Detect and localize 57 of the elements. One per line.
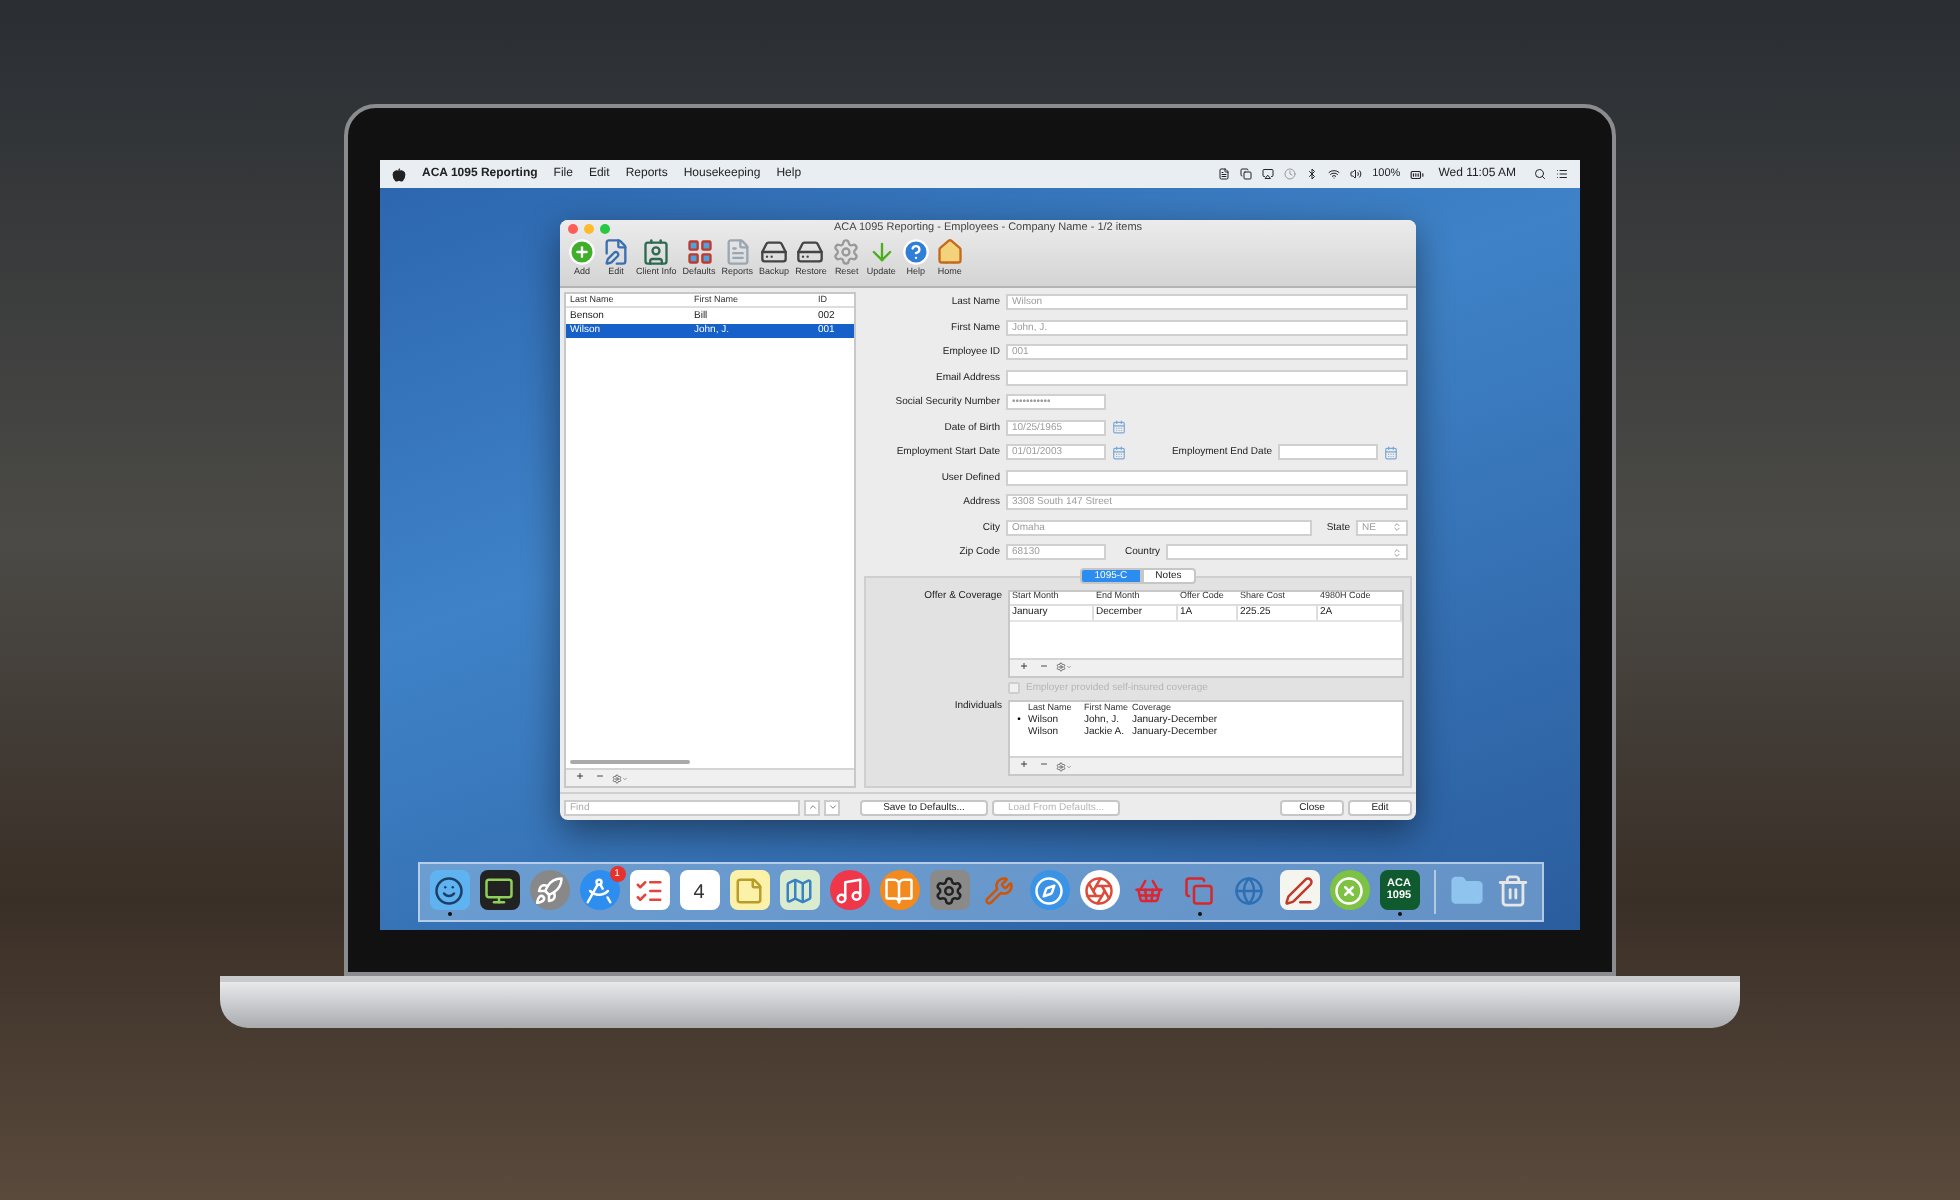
x-circle-icon[interactable] (1329, 870, 1369, 910)
calendar-icon[interactable] (1112, 420, 1126, 435)
rocket-icon[interactable] (529, 870, 569, 910)
overlapping-squares-icon[interactable] (1240, 168, 1253, 180)
plus-circle-icon (568, 238, 596, 266)
map-icon[interactable] (779, 870, 819, 910)
gear-icon (1056, 662, 1066, 672)
up-chevron-icon (807, 802, 817, 812)
grid-icon (685, 238, 714, 266)
music-note-icon[interactable] (829, 870, 869, 910)
house-icon (935, 238, 964, 266)
calendar-icon[interactable] (1112, 445, 1126, 460)
input-field[interactable] (1278, 444, 1378, 461)
gear-icon (612, 773, 622, 783)
help-icon (901, 238, 930, 266)
calendar-icon[interactable] (1384, 445, 1398, 460)
battery-icon[interactable] (1410, 167, 1425, 181)
note-icon[interactable] (729, 870, 769, 910)
previous-button[interactable] (804, 799, 820, 815)
updown-caret-icon (1392, 547, 1402, 558)
down-chevron-icon (827, 802, 837, 812)
document-icon (723, 238, 752, 266)
clock-icon[interactable] (1284, 168, 1297, 180)
input-field[interactable] (1006, 369, 1408, 386)
face-icon[interactable] (429, 870, 469, 910)
person-card-icon (642, 238, 671, 266)
zoom-window-icon[interactable] (600, 224, 610, 234)
drive-icon (760, 238, 789, 266)
updown-caret-icon (1392, 522, 1402, 533)
display-icon[interactable] (1262, 168, 1275, 180)
aperture-icon[interactable] (1079, 870, 1119, 910)
pencil-document-icon (602, 238, 630, 266)
list-icon[interactable] (1556, 168, 1568, 180)
pen-icon[interactable] (1279, 870, 1319, 910)
drive-icon (796, 238, 825, 266)
search-icon[interactable] (1534, 168, 1546, 180)
close-window-icon[interactable] (568, 224, 578, 234)
select-field[interactable] (1166, 544, 1408, 561)
checklist-icon[interactable] (629, 870, 669, 910)
next-button[interactable] (824, 799, 840, 815)
apple-icon[interactable] (392, 167, 406, 181)
input-field[interactable] (1006, 469, 1408, 486)
book-icon[interactable] (879, 870, 919, 910)
bluetooth-icon[interactable] (1306, 168, 1319, 180)
drafting-compass-icon[interactable] (579, 870, 619, 910)
gear-icon (832, 238, 861, 266)
document-icon[interactable] (1218, 168, 1231, 180)
trash-icon[interactable] (1493, 870, 1533, 910)
calendar-icon[interactable]: 4 (679, 870, 719, 910)
wifi-icon[interactable] (1328, 168, 1341, 180)
settings-icon[interactable] (929, 870, 969, 910)
compass-icon[interactable] (1029, 870, 1069, 910)
down-arrow-icon (867, 238, 896, 266)
gear-icon (1056, 761, 1066, 771)
scroll-bar[interactable] (570, 760, 690, 764)
speaker-icon[interactable] (1350, 168, 1363, 180)
monitor-icon[interactable] (479, 870, 519, 910)
